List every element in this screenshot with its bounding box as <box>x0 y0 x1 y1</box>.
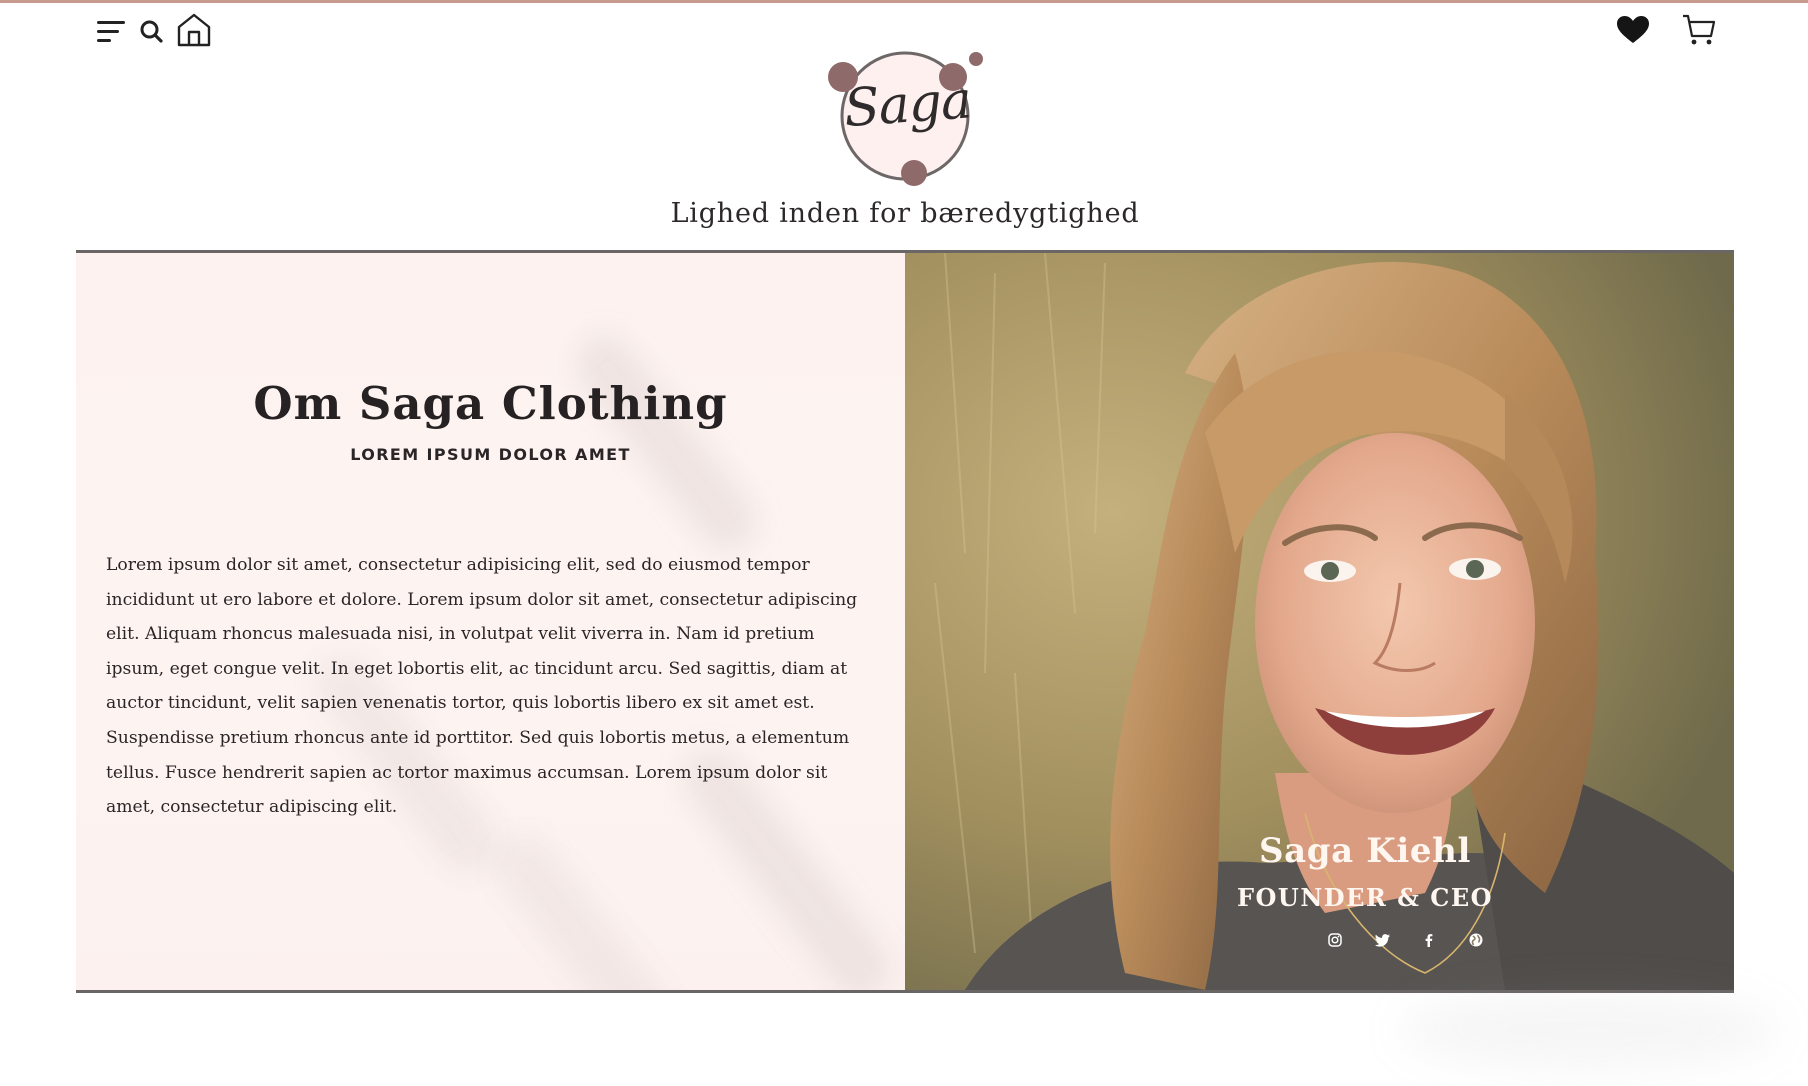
search-icon[interactable] <box>139 19 165 45</box>
founder-photo-panel: Saga Kiehl FOUNDER & CEO <box>905 253 1734 990</box>
decorative-shadow <box>562 322 770 564</box>
instagram-icon[interactable] <box>1327 932 1347 952</box>
heart-icon[interactable] <box>1616 15 1650 45</box>
top-accent-rule <box>0 0 1808 3</box>
about-title: Om Saga Clothing <box>253 377 728 430</box>
about-body-text: Lorem ipsum dolor sit amet, consectetur … <box>106 555 858 818</box>
brand-logo[interactable]: Saga <box>822 49 988 193</box>
decorative-shadow <box>482 822 690 990</box>
about-text-panel: Om Saga Clothing LOREM IPSUM DOLOR AMET … <box>76 253 905 990</box>
logo-wordmark: Saga <box>842 70 973 140</box>
founder-role: FOUNDER & CEO <box>1236 883 1494 912</box>
founder-portrait-image <box>905 253 1734 990</box>
decorative-shadow <box>1400 990 1780 1070</box>
site-tagline: Lighed inden for bæredygtighed <box>670 198 1140 229</box>
founder-name: Saga Kiehl <box>1259 831 1471 871</box>
shopping-cart-icon[interactable] <box>1682 13 1716 47</box>
about-section: Om Saga Clothing LOREM IPSUM DOLOR AMET … <box>76 250 1734 993</box>
globe-icon[interactable] <box>1468 932 1488 952</box>
facebook-icon[interactable] <box>1421 932 1441 952</box>
twitter-icon[interactable] <box>1375 932 1395 952</box>
founder-social-links <box>905 932 1734 952</box>
home-icon[interactable] <box>176 12 212 48</box>
hamburger-menu-icon[interactable] <box>97 18 127 44</box>
about-subtitle: LOREM IPSUM DOLOR AMET <box>350 445 631 464</box>
